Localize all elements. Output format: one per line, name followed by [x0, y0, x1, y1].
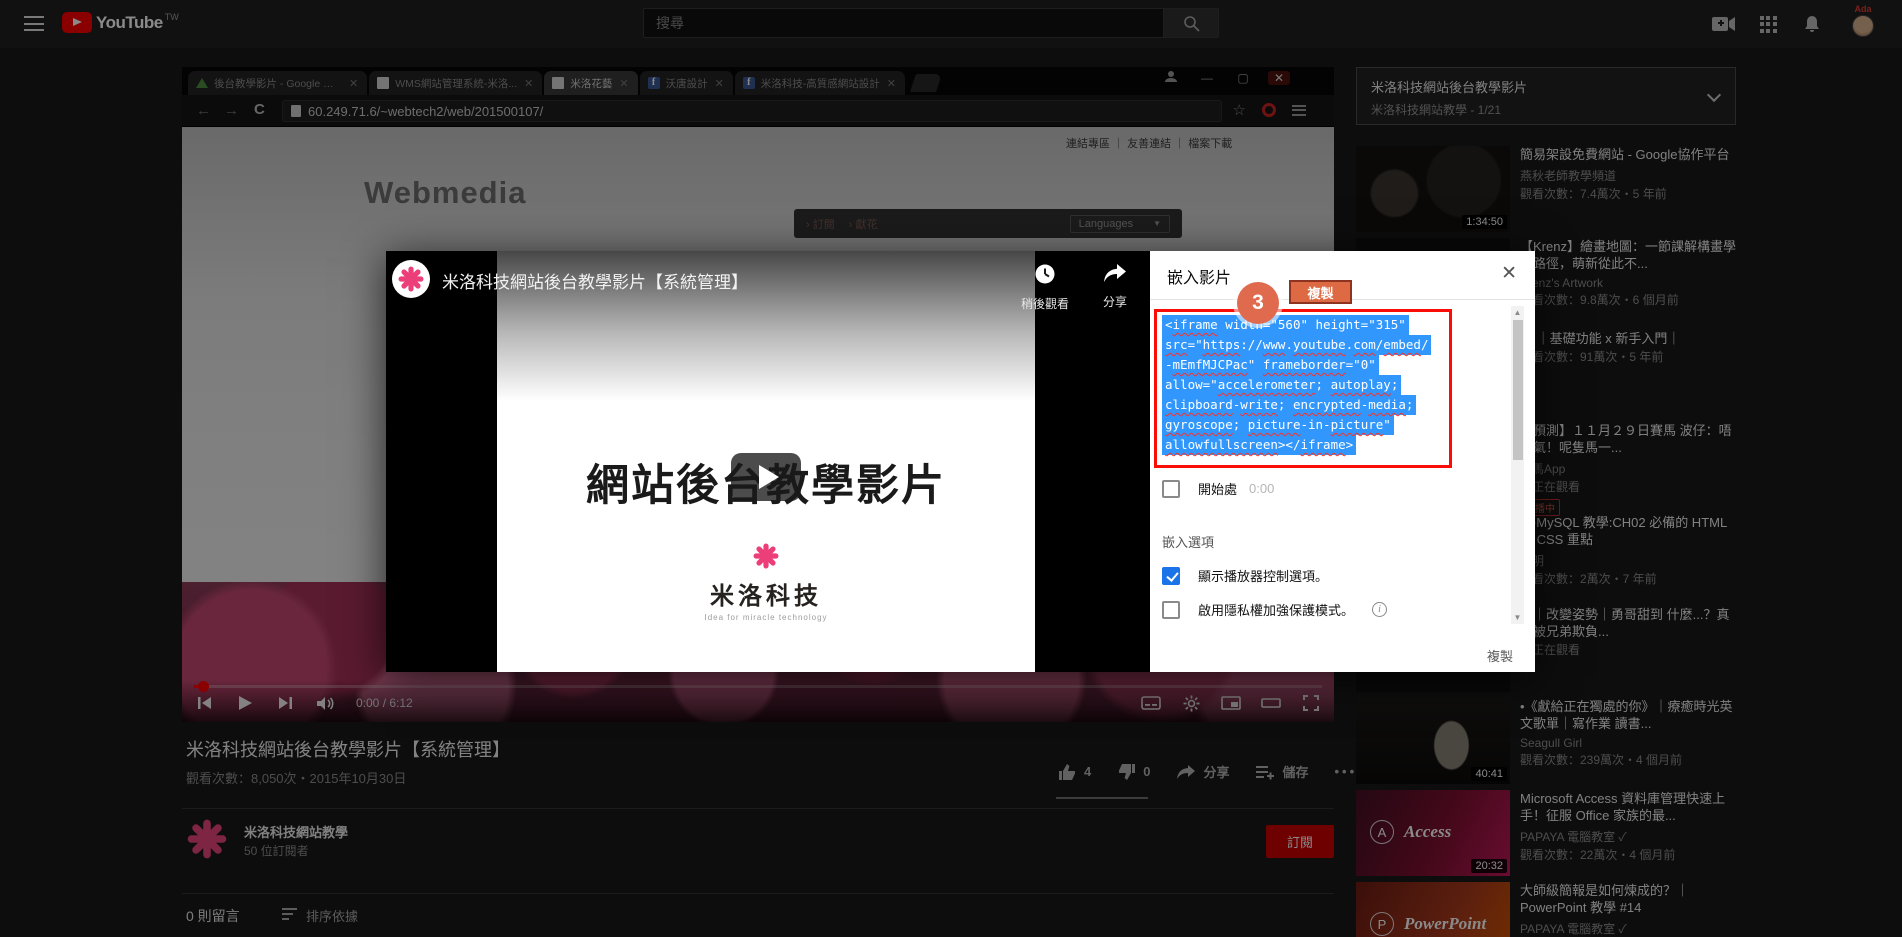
scroll-up-icon[interactable]: ▲	[1511, 308, 1524, 317]
miracle-logo: 米洛科技 Idea for miracle technology	[497, 543, 1035, 622]
annotation-copy-callout: 複製	[1289, 280, 1352, 304]
info-icon[interactable]: i	[1372, 602, 1387, 617]
dialog-title: 嵌入影片	[1167, 264, 1231, 288]
privacy-mode-checkbox[interactable]	[1162, 601, 1180, 619]
preview-video-title[interactable]: 米洛科技網站後台教學影片【系統管理】	[442, 268, 748, 293]
start-at-checkbox[interactable]	[1162, 480, 1180, 498]
watch-later-label: 稍後觀看	[1013, 295, 1077, 312]
clock-icon	[1034, 263, 1056, 285]
scroll-down-icon[interactable]: ▼	[1511, 613, 1524, 622]
annotation-step-badge: 3	[1237, 282, 1279, 324]
logo-text: 米洛科技	[497, 576, 1035, 611]
preview-share-button[interactable]: 分享	[1083, 263, 1147, 310]
close-icon[interactable]: ✕	[1501, 262, 1517, 285]
start-at-label: 開始處	[1198, 479, 1237, 498]
preview-channel-avatar[interactable]	[392, 260, 430, 298]
start-at-value[interactable]: 0:00	[1249, 481, 1274, 496]
annotation-highlight-rect	[1154, 309, 1452, 468]
embed-options-label: 嵌入選項	[1162, 532, 1214, 551]
scrollbar-thumb[interactable]	[1513, 320, 1523, 460]
dialog-scrollbar[interactable]: ▲ ▼	[1511, 306, 1524, 624]
show-controls-checkbox[interactable]	[1162, 567, 1180, 585]
privacy-mode-label: 啟用隱私權加強保護模式。	[1198, 600, 1354, 619]
logo-tagline: Idea for miracle technology	[497, 613, 1035, 622]
youtube-watch-page: YouTube TW Ada 後台教學影片 - Google 雲... ✕	[0, 0, 1902, 937]
copy-button[interactable]: 複製	[1487, 646, 1513, 665]
asterisk-logo-icon	[753, 543, 779, 569]
embed-preview-player[interactable]: 網站後台教學影片 米洛科技 Idea for miracle technolog…	[386, 251, 1150, 672]
show-controls-label: 顯示播放器控制選項。	[1198, 566, 1328, 585]
share-arrow-icon	[1103, 263, 1127, 283]
preview-play-button[interactable]	[731, 453, 801, 501]
watch-later-button[interactable]: 稍後觀看	[1013, 263, 1077, 312]
preview-share-label: 分享	[1083, 293, 1147, 310]
